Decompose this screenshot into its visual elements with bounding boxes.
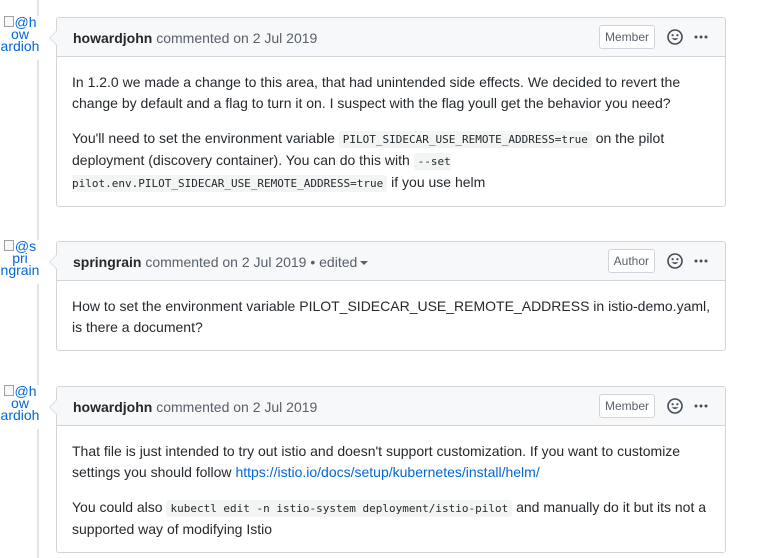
comment-timestamp[interactable]: commented on 2 Jul 2019 bbox=[145, 254, 306, 270]
comment-paragraph: How to set the environment variable PILO… bbox=[72, 298, 711, 335]
comment-header: howardjohn commented on 2 Jul 2019 Membe… bbox=[57, 18, 725, 57]
avatar[interactable]: @s pri ngrain bbox=[0, 240, 40, 284]
role-badge: Member bbox=[598, 394, 655, 418]
kebab-horizontal-icon[interactable] bbox=[693, 398, 709, 414]
comment-header: howardjohn commented on 2 Jul 2019 Membe… bbox=[57, 387, 725, 426]
comment-header: springrain commented on 2 Jul 2019 • edi… bbox=[57, 242, 725, 281]
comment-author[interactable]: springrain bbox=[73, 254, 141, 270]
caret-down-icon bbox=[360, 261, 369, 266]
text: if you use helm bbox=[387, 174, 486, 190]
avatar-alt-text: ngrain bbox=[0, 262, 40, 278]
comment: howardjohn commented on 2 Jul 2019 Membe… bbox=[49, 17, 726, 207]
comment: springrain commented on 2 Jul 2019 • edi… bbox=[49, 241, 726, 351]
comment-paragraph: That file is just intended to try out is… bbox=[72, 441, 710, 483]
avatar[interactable]: @h ow ardioh bbox=[0, 16, 40, 60]
smiley-icon[interactable] bbox=[667, 29, 683, 45]
avatar[interactable]: @h ow ardioh bbox=[0, 385, 40, 429]
comment-paragraph: In 1.2.0 we made a change to this area, … bbox=[72, 74, 681, 111]
comment-paragraph: You could also kubectl edit -n istio-sys… bbox=[72, 497, 710, 540]
text: You could also bbox=[72, 499, 167, 515]
comment-author[interactable]: howardjohn bbox=[73, 399, 152, 415]
role-badge: Member bbox=[598, 25, 655, 49]
edited-label: • edited bbox=[306, 254, 358, 270]
text: You'll need to set the environment varia… bbox=[72, 130, 339, 146]
smiley-icon[interactable] bbox=[667, 398, 683, 414]
comment-author[interactable]: howardjohn bbox=[73, 30, 152, 46]
comment-paragraph: You'll need to set the environment varia… bbox=[72, 128, 710, 194]
avatar-alt-text: ardioh bbox=[0, 407, 40, 423]
comment: howardjohn commented on 2 Jul 2019 Membe… bbox=[49, 386, 726, 553]
comment-body: How to set the environment variable PILO… bbox=[57, 281, 725, 350]
helm-install-link[interactable]: https://istio.io/docs/setup/kubernetes/i… bbox=[235, 464, 539, 480]
avatar-alt-text: ardioh bbox=[0, 38, 40, 54]
role-badge: Author bbox=[607, 249, 655, 273]
inline-code: kubectl edit -n istio-system deployment/… bbox=[166, 500, 513, 517]
kebab-horizontal-icon[interactable] bbox=[693, 29, 709, 45]
comment-body: That file is just intended to try out is… bbox=[57, 426, 725, 552]
kebab-horizontal-icon[interactable] bbox=[693, 253, 709, 269]
comment-timestamp[interactable]: commented on 2 Jul 2019 bbox=[156, 399, 317, 415]
inline-code: PILOT_SIDECAR_USE_REMOTE_ADDRESS=true bbox=[338, 131, 592, 148]
comment-body: In 1.2.0 we made a change to this area, … bbox=[57, 57, 725, 206]
comment-timestamp[interactable]: commented on 2 Jul 2019 bbox=[156, 30, 317, 46]
smiley-icon[interactable] bbox=[667, 253, 683, 269]
edited-dropdown[interactable]: • edited bbox=[306, 254, 369, 270]
